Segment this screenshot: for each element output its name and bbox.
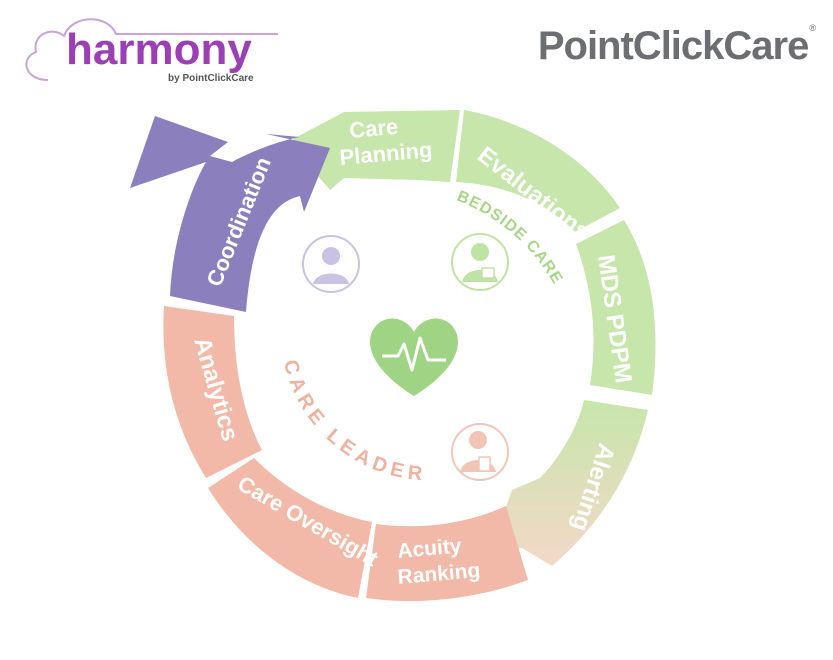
physician-icon: [451, 233, 509, 291]
segment-care-oversight: [208, 458, 372, 598]
care-leader-icon: [451, 423, 509, 481]
care-cycle-diagram: CarePlanning Evaluations MDS PDPM Alerti…: [0, 0, 656, 602]
nurse-icon: [302, 235, 360, 293]
heart-pulse-icon: [370, 318, 458, 396]
